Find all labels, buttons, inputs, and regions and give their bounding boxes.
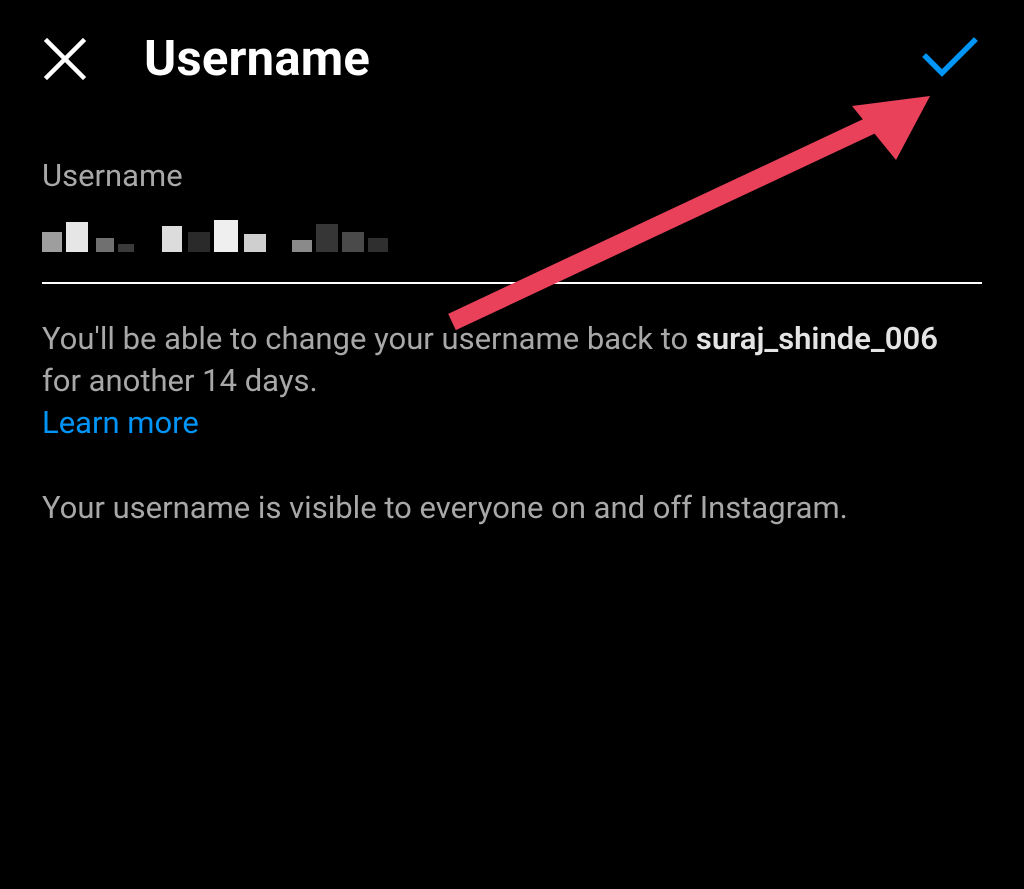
redacted-value [42, 220, 388, 252]
confirm-button[interactable] [922, 31, 978, 87]
username-input[interactable] [42, 216, 982, 264]
page-title: Username [144, 30, 370, 87]
visibility-info: Your username is visible to everyone on … [42, 487, 982, 529]
content: Username You'll be able to change your u… [0, 117, 1024, 529]
revert-info: You'll be able to change your username b… [42, 318, 982, 402]
username-field-label: Username [42, 157, 982, 194]
learn-more-link[interactable]: Learn more [42, 404, 199, 441]
close-icon [43, 37, 87, 81]
header: Username [0, 0, 1024, 117]
close-button[interactable] [42, 36, 88, 82]
check-icon [922, 37, 978, 81]
input-underline [42, 282, 982, 284]
previous-username: suraj_shinde_006 [696, 320, 938, 357]
username-edit-screen: Username Username [0, 0, 1024, 889]
